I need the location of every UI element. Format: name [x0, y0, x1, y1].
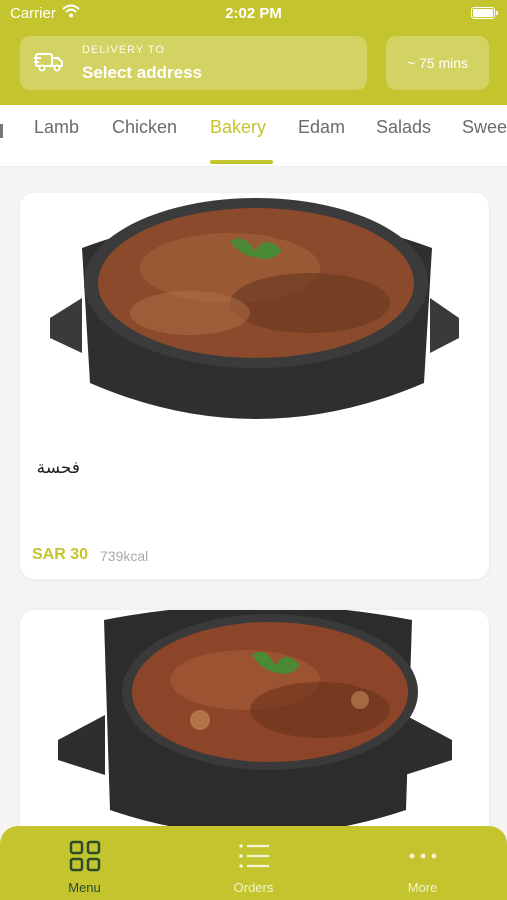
tab-sweets[interactable]: Swee [462, 117, 507, 138]
status-bar: Carrier 2:02 PM [0, 0, 507, 28]
dish-price: SAR 30 [32, 546, 89, 563]
truck-icon [34, 53, 63, 72]
grid-icon [69, 840, 101, 872]
tab-overflow-edge [0, 124, 3, 138]
tab-salads[interactable]: Salads [376, 117, 431, 138]
category-tabs[interactable]: Lamb Chicken Bakery Edam Salads Swee [0, 105, 507, 167]
nav-menu[interactable]: Menu [0, 826, 169, 900]
nav-menu-label: Menu [68, 880, 101, 895]
dish-image [58, 610, 452, 835]
menu-item-card[interactable] [20, 610, 489, 850]
dish-name: فحسة [36, 458, 80, 478]
list-icon [239, 844, 269, 868]
header: Carrier 2:02 PM DELIVERY TO Select addre… [0, 0, 507, 105]
nav-orders[interactable]: Orders [169, 826, 338, 900]
nav-more-label: More [407, 880, 438, 895]
delivery-to-label: DELIVERY TO [82, 44, 165, 56]
dots-icon [409, 853, 437, 859]
clock: 2:02 PM [225, 5, 282, 22]
active-tab-indicator [210, 160, 273, 164]
dish-kcal: 739kcal [100, 548, 149, 564]
bottom-nav: Menu Orders More [0, 826, 507, 900]
eta-badge[interactable]: ~ 75 mins [386, 36, 489, 90]
tab-lamb[interactable]: Lamb [34, 117, 79, 138]
nav-orders-label: Orders [233, 880, 274, 895]
nav-more[interactable]: More [338, 826, 507, 900]
address-value: Select address [82, 63, 203, 82]
battery-icon [471, 7, 498, 19]
tab-bakery[interactable]: Bakery [210, 117, 266, 138]
address-selector[interactable]: DELIVERY TO Select address [20, 36, 367, 90]
menu-item-card[interactable]: فحسة SAR 30 739kcal [20, 193, 489, 579]
dish-image [20, 198, 489, 438]
tab-edam[interactable]: Edam [298, 117, 345, 138]
tab-chicken[interactable]: Chicken [112, 117, 177, 138]
